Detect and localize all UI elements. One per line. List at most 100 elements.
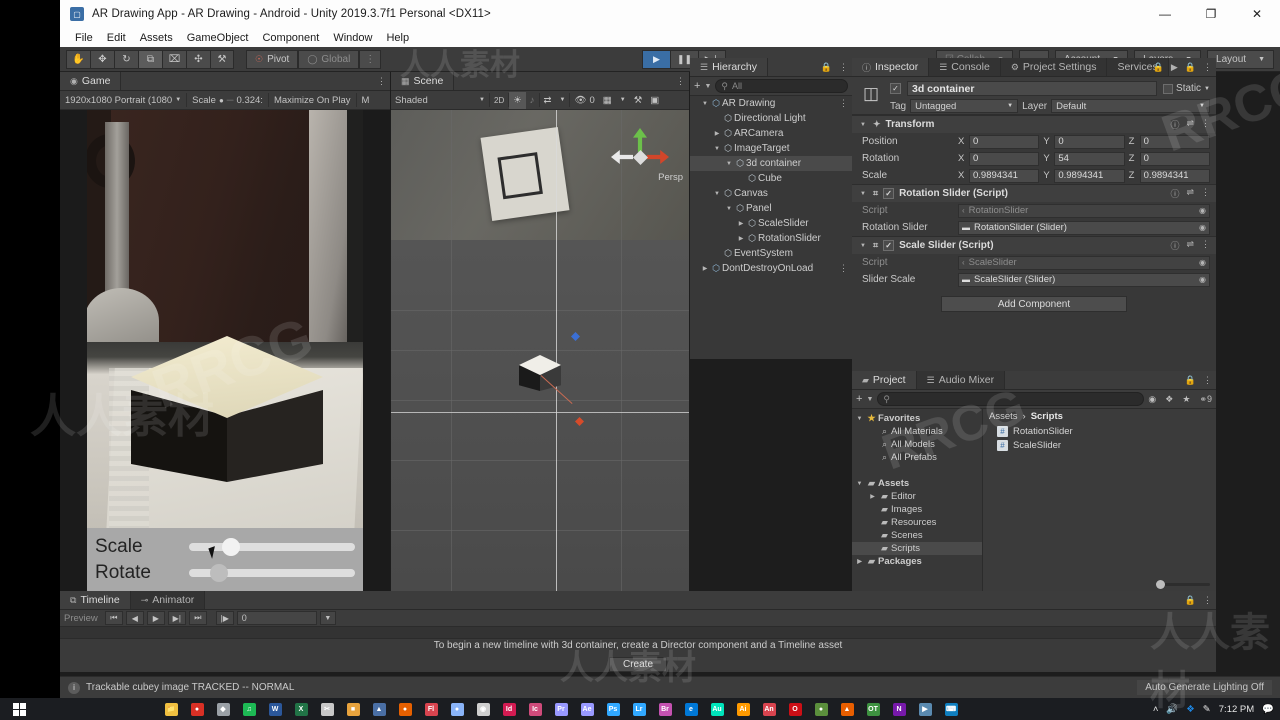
object-reference-field[interactable]: ▬ RotationSlider (Slider) ◉ [958, 220, 1210, 235]
breadcrumb-assets[interactable]: Assets [989, 411, 1018, 422]
hierarchy-item[interactable]: ▶ ⬡ RotationSlider [690, 231, 852, 246]
taskbar-premiere-icon[interactable]: Pr [548, 698, 574, 720]
number-input[interactable]: 0.9894341 [1139, 168, 1210, 183]
taskbar-sublime-icon[interactable]: ◆ [210, 698, 236, 720]
taskbar-audition-icon[interactable]: Au [704, 698, 730, 720]
create-asset-button[interactable]: + [856, 393, 862, 405]
breadcrumb[interactable]: Assets › Scripts [983, 409, 1216, 424]
scene-hidden-objects[interactable]: 👁 0 [570, 92, 598, 109]
hierarchy-item[interactable]: ▶ ⬡ ScaleSlider [690, 216, 852, 231]
hierarchy-item[interactable]: ▼ ⬡ Panel [690, 201, 852, 216]
timeline-ruler[interactable] [60, 627, 1216, 639]
ui-scale-slider-knob[interactable] [221, 537, 240, 556]
asset-item[interactable]: # ScaleSlider [983, 438, 1216, 452]
project-tree-item[interactable]: ▼ ▰ Assets [852, 477, 982, 490]
move-tool[interactable]: ✥ [90, 49, 114, 69]
tab-animator[interactable]: ⊸ Animator [130, 591, 206, 609]
pivot-toggle[interactable]: ☉ Pivot [246, 49, 299, 69]
disclosure-open-icon[interactable]: ▼ [858, 243, 868, 249]
taskbar-photoshop-icon[interactable]: Ps [600, 698, 626, 720]
lock-icon[interactable]: 🔒 [821, 62, 832, 73]
filter-label-icon[interactable]: ❖ [1165, 394, 1173, 405]
disclosure-open-icon[interactable]: ▼ [700, 101, 710, 107]
taskbar-excel-icon[interactable]: X [288, 698, 314, 720]
handle-extra-button[interactable]: ⋮ [359, 49, 382, 69]
minimize-button[interactable]: — [1142, 0, 1188, 28]
disclosure-closed-icon[interactable]: ▶ [867, 493, 878, 500]
pen-icon[interactable]: ✎ [1203, 704, 1211, 715]
volume-icon[interactable]: 🔊 [1166, 704, 1178, 715]
component-header[interactable]: ▼ ✦ Transform ⓘ ⇌ ⋮ [852, 116, 1216, 133]
tab-audio-mixer[interactable]: ☰ Audio Mixer [916, 371, 1006, 389]
timeline-play-button[interactable]: ▶ [146, 611, 165, 625]
component-menu-icon[interactable]: ⋮ [1201, 239, 1210, 252]
clock[interactable]: 7:12 PM [1219, 704, 1254, 715]
number-input[interactable]: 0 [969, 134, 1040, 149]
custom-tool[interactable]: ⚒ [210, 49, 234, 69]
disclosure-open-icon[interactable]: ▼ [854, 481, 865, 487]
timeline-frame-dropdown[interactable]: ▼ [319, 611, 336, 625]
tab-project-settings[interactable]: ⚙ Project Settings [1000, 58, 1108, 76]
lock-icon[interactable]: 🔒 [1185, 375, 1196, 386]
hierarchy-item-menu[interactable]: ⋮ [839, 98, 852, 109]
component-enabled-checkbox[interactable]: ✓ [883, 240, 895, 251]
hierarchy-item[interactable]: ⬡ Directional Light [690, 111, 852, 126]
scene-projection-label[interactable]: Persp [658, 172, 683, 183]
disclosure-open-icon[interactable]: ▼ [724, 206, 734, 212]
project-tree-item[interactable]: ▶ ▰ Editor [852, 490, 982, 503]
disclosure-open-icon[interactable]: ▼ [712, 146, 722, 152]
menu-item-file[interactable]: File [68, 30, 100, 46]
taskbar-teamviewer-icon[interactable]: ● [808, 698, 834, 720]
project-panel-menu[interactable]: 🔒 ⋮ [1185, 371, 1212, 390]
lock2-icon[interactable]: 🔒 [1185, 62, 1196, 73]
tab-game[interactable]: ◉ Game [60, 72, 122, 90]
disclosure-open-icon[interactable]: ▼ [712, 191, 722, 197]
tab-timeline[interactable]: ⧉ Timeline [60, 591, 131, 609]
disclosure-closed-icon[interactable]: ▶ [854, 558, 865, 565]
taskbar-vscode-icon[interactable]: ⌨ [938, 698, 964, 720]
hierarchy-item[interactable]: ▶ ⬡ ARCamera [690, 126, 852, 141]
menu-item-gameobject[interactable]: GameObject [180, 30, 256, 46]
scene-lighting-toggle[interactable]: ☀ [509, 91, 526, 109]
layer-dropdown[interactable]: Default ▼ [1051, 99, 1210, 113]
play-button[interactable]: ▶ [642, 49, 670, 69]
timeline-panel-menu[interactable]: 🔒 ⋮ [1185, 591, 1212, 610]
taskbar-opera-icon[interactable]: O [782, 698, 808, 720]
auto-lighting-status[interactable]: Auto Generate Lighting Off [1137, 680, 1272, 695]
taskbar-unity-icon[interactable]: ◉ [470, 698, 496, 720]
preset-icon[interactable]: ⇌ [1186, 118, 1194, 131]
chevron-up-icon[interactable]: ˄ [1153, 704, 1159, 715]
disclosure-open-icon[interactable]: ▼ [724, 161, 734, 167]
scene-camera-button[interactable]: ▣ [646, 92, 663, 109]
menu-item-help[interactable]: Help [379, 30, 416, 46]
add-component-button[interactable]: Add Component [941, 296, 1127, 312]
object-enabled-checkbox[interactable]: ✓ [890, 83, 901, 94]
number-input[interactable]: 0.9894341 [969, 168, 1040, 183]
timeline-create-button[interactable]: Create [609, 656, 667, 672]
taskbar-chrome-canary-icon[interactable]: ● [444, 698, 470, 720]
transform-tool[interactable]: ✣ [186, 49, 210, 69]
object-picker-icon[interactable]: ◉ [1199, 258, 1206, 267]
object-reference-field[interactable]: ‹ ScaleSlider ◉ [958, 255, 1210, 270]
number-input[interactable]: 0.9894341 [1054, 168, 1125, 183]
hierarchy-item[interactable]: ⬡ EventSystem [690, 246, 852, 261]
breadcrumb-scripts[interactable]: Scripts [1031, 411, 1063, 422]
number-input[interactable]: 0 [1139, 151, 1210, 166]
tab-inspector[interactable]: ⓘ Inspector [852, 58, 930, 76]
taskbar-word-icon[interactable]: W [262, 698, 288, 720]
play-small-icon[interactable]: ▶ [1171, 62, 1178, 73]
project-tree-item[interactable]: ▼ ★ Favorites [852, 412, 982, 425]
timeline-frame-marker-button[interactable]: |▶ [215, 611, 234, 625]
taskbar-edge-icon[interactable]: e [678, 698, 704, 720]
object-reference-field[interactable]: ▬ ScaleSlider (Slider) ◉ [958, 272, 1210, 287]
timeline-first-frame-button[interactable]: ⏮ [104, 611, 123, 625]
taskbar-file-explorer-icon[interactable]: 📁 [158, 698, 184, 720]
object-picker-icon[interactable]: ◉ [1199, 275, 1206, 284]
favorite-star-icon[interactable]: ★ [1182, 394, 1190, 405]
project-tree-item[interactable]: ⌕ All Models [852, 438, 982, 451]
taskbar-apps[interactable]: 📁 ● ◆ ♫ W X ✂ ■ ▲ ● Fl ● ◉ Id Ic Pr Ae Ps Lr Br e Au Ai An O ● ▲ OT… [158, 698, 964, 720]
object-reference-field[interactable]: ‹ RotationSlider ◉ [958, 203, 1210, 218]
ui-rotate-slider[interactable] [189, 563, 355, 582]
maximize-button[interactable]: ❐ [1188, 0, 1234, 28]
shading-mode-dropdown[interactable]: Shaded ▼ [391, 92, 489, 109]
